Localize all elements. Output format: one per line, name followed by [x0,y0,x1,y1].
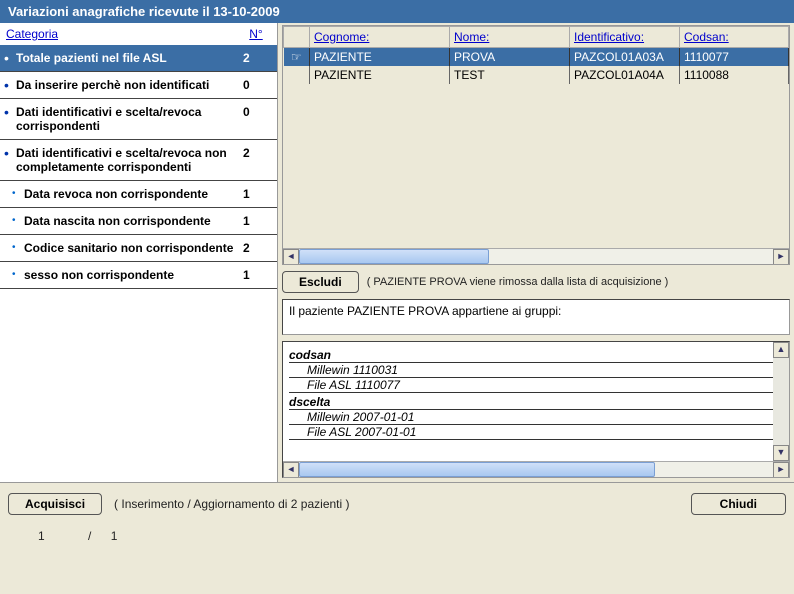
acquisisci-note: ( Inserimento / Aggiornamento di 2 pazie… [114,497,349,511]
category-row[interactable]: •Data nascita non corrispondente1 [0,208,277,235]
bottom-bar: Acquisisci ( Inserimento / Aggiornamento… [0,483,794,521]
category-count: 1 [243,268,271,282]
cell-cognome: PAZIENTE [310,48,450,67]
category-count: 0 [243,105,271,133]
category-text: Totale pazienti nel file ASL [16,51,243,65]
pager: 1 / 1 [0,521,794,551]
detail-dscelta-head: dscelta [289,395,783,410]
detail-dscelta-fileasl: File ASL 2007-01-01 [289,425,783,440]
category-header-label[interactable]: Categoria [6,27,241,41]
vertical-scrollbar[interactable]: ▲ ▼ [773,342,789,461]
category-count: 1 [243,214,271,228]
bullet-icon: • [4,51,16,65]
scroll-right-icon[interactable]: ► [773,249,789,265]
category-text: Da inserire perchè non identificati [16,78,243,92]
category-row[interactable]: •Data revoca non corrispondente1 [0,181,277,208]
bullet-icon: • [12,214,24,228]
category-text: Codice sanitario non corrispondente [24,241,243,255]
pager-sep: / [88,529,91,543]
scroll-right-icon[interactable]: ► [773,462,789,478]
col-identificativo[interactable]: Identificativo: [570,27,680,48]
patient-table[interactable]: Cognome: Nome: Identificativo: Codsan: ☞… [283,26,789,84]
detail-codsan-fileasl: File ASL 1110077 [289,378,783,393]
bullet-icon: • [12,241,24,255]
category-row[interactable]: •Codice sanitario non corrispondente2 [0,235,277,262]
cell-ident: PAZCOL01A04A [570,66,680,84]
horizontal-scrollbar[interactable]: ◄ ► [283,248,789,264]
chiudi-button[interactable]: Chiudi [691,493,786,515]
col-nome[interactable]: Nome: [450,27,570,48]
col-cognome[interactable]: Cognome: [310,27,450,48]
bullet-icon: • [12,187,24,201]
category-panel: Categoria N° •Totale pazienti nel file A… [0,23,278,482]
pager-total: 1 [111,529,118,543]
cell-cognome: PAZIENTE [310,66,450,84]
category-text: Data nascita non corrispondente [24,214,243,228]
acquisisci-button[interactable]: Acquisisci [8,493,102,515]
horizontal-scrollbar-detail[interactable]: ◄ ► [283,461,789,477]
category-row[interactable]: •Dati identificativi e scelta/revoca non… [0,140,277,181]
detail-codsan-head: codsan [289,348,783,363]
patient-groups-text: Il paziente PAZIENTE PROVA appartiene ai… [289,304,561,318]
cell-codsan: 1110077 [680,48,789,67]
category-count: 1 [243,187,271,201]
escludi-button[interactable]: Escludi [282,271,359,293]
scroll-up-icon[interactable]: ▲ [773,342,789,358]
category-count: 2 [243,51,271,65]
escludi-note: ( PAZIENTE PROVA viene rimossa dalla lis… [367,276,669,288]
bullet-icon: • [12,268,24,282]
bullet-icon: • [4,78,16,92]
scroll-left-icon[interactable]: ◄ [283,249,299,265]
bullet-icon: • [4,146,16,174]
category-header-count[interactable]: N° [241,27,271,41]
bullet-icon: • [4,105,16,133]
category-count: 0 [243,78,271,92]
cell-codsan: 1110088 [680,66,789,84]
table-row[interactable]: ☞PAZIENTEPROVAPAZCOL01A03A1110077 [284,48,789,67]
patient-table-wrap: Cognome: Nome: Identificativo: Codsan: ☞… [282,25,790,265]
col-pointer [284,27,310,48]
cell-ident: PAZCOL01A03A [570,48,680,67]
category-row[interactable]: •Totale pazienti nel file ASL2 [0,45,277,72]
detail-dscelta-millewin: Millewin 2007-01-01 [289,410,783,425]
category-count: 2 [243,146,271,174]
category-header: Categoria N° [0,23,277,45]
category-row[interactable]: •Dati identificativi e scelta/revoca cor… [0,99,277,140]
cell-nome: TEST [450,66,570,84]
detail-box: codsan Millewin 1110031 File ASL 1110077… [282,341,790,478]
table-row[interactable]: PAZIENTETESTPAZCOL01A04A1110088 [284,66,789,84]
category-row[interactable]: •Da inserire perchè non identificati0 [0,72,277,99]
detail-codsan-millewin: Millewin 1110031 [289,363,783,378]
category-text: Dati identificativi e scelta/revoca corr… [16,105,243,133]
category-row[interactable]: •sesso non corrispondente1 [0,262,277,289]
patient-groups-box: Il paziente PAZIENTE PROVA appartiene ai… [282,299,790,335]
pager-current: 1 [38,529,45,543]
window-title: Variazioni anagrafiche ricevute il 13-10… [0,0,794,23]
scroll-left-icon[interactable]: ◄ [283,462,299,478]
category-text: Dati identificativi e scelta/revoca non … [16,146,243,174]
cell-nome: PROVA [450,48,570,67]
row-pointer-icon: ☞ [284,48,310,67]
category-text: Data revoca non corrispondente [24,187,243,201]
col-codsan[interactable]: Codsan: [680,27,789,48]
category-text: sesso non corrispondente [24,268,243,282]
category-count: 2 [243,241,271,255]
row-pointer-icon [284,66,310,84]
scroll-down-icon[interactable]: ▼ [773,445,789,461]
